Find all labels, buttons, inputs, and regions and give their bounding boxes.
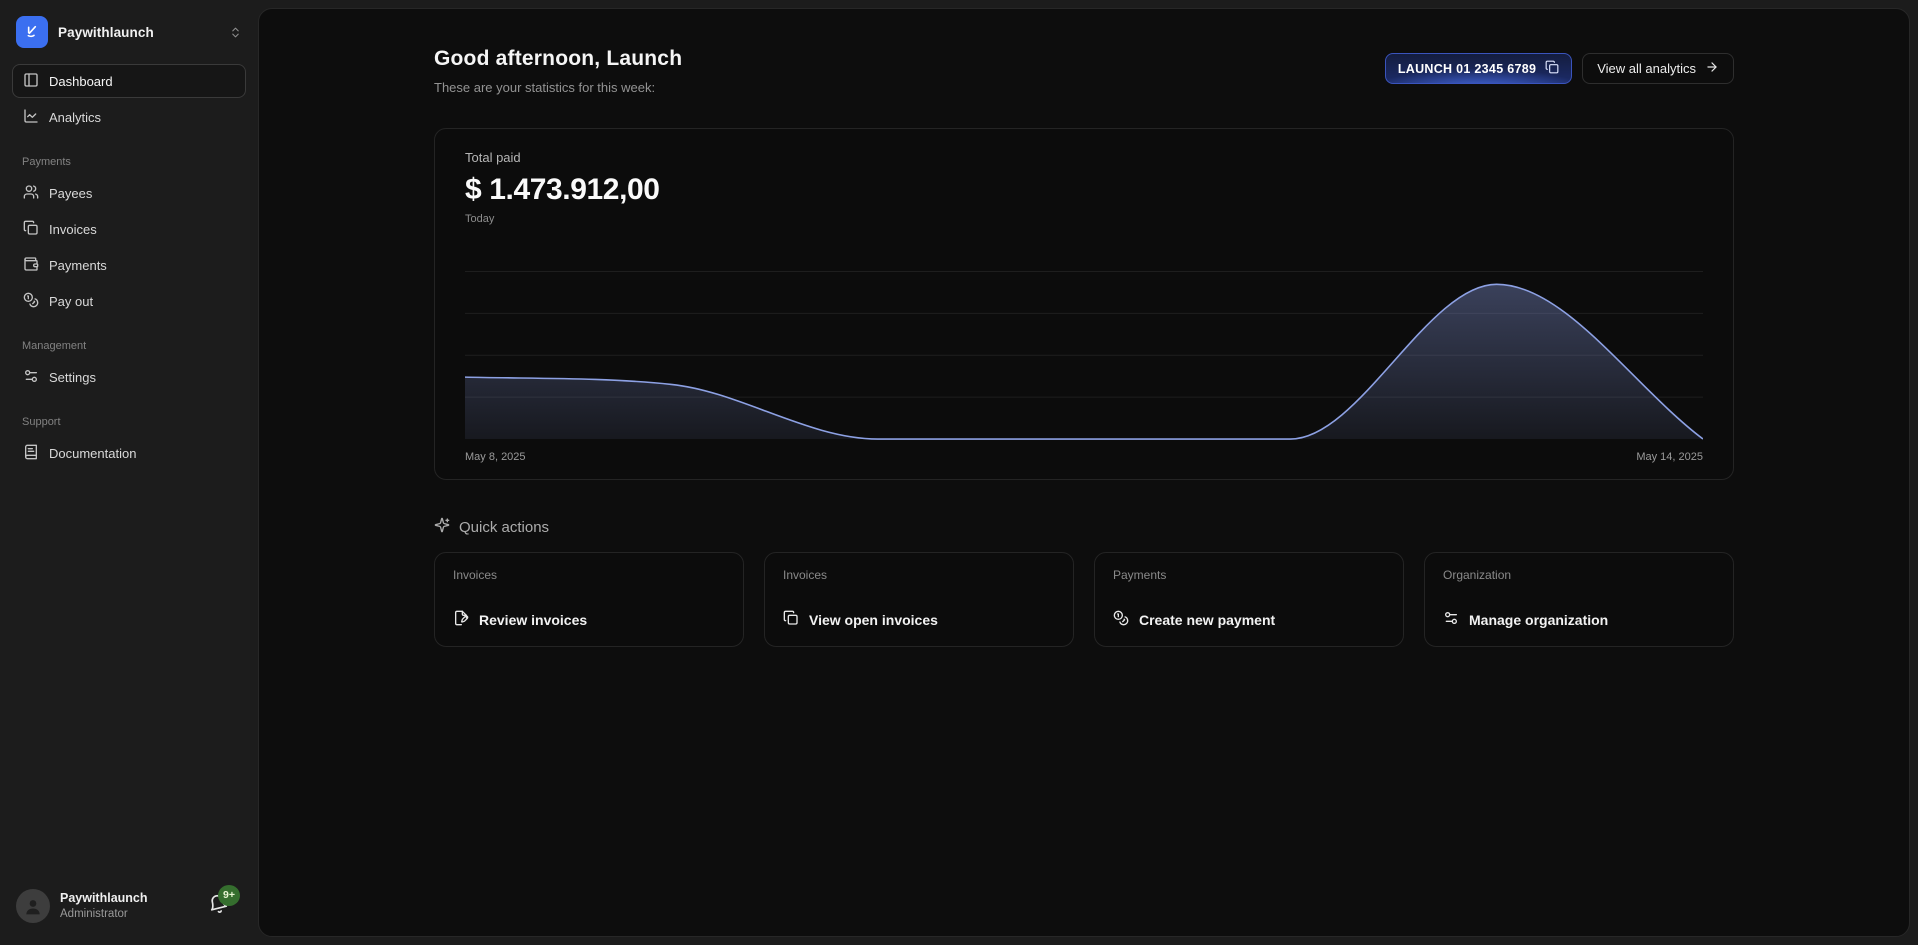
sidebar-item-analytics[interactable]: Analytics xyxy=(12,100,246,134)
quick-action-label: View open invoices xyxy=(809,612,938,628)
sidebar-item-label: Invoices xyxy=(49,222,97,237)
sparkles-icon xyxy=(434,517,450,537)
coins-icon xyxy=(23,292,39,311)
copy-stack-icon xyxy=(783,610,799,629)
view-all-analytics-button[interactable]: View all analytics xyxy=(1582,53,1734,84)
main-content: Good afternoon, Launch These are your st… xyxy=(258,8,1910,937)
panel-left-icon xyxy=(23,72,39,91)
total-paid-card: Total paid $ 1.473.912,00 Today xyxy=(434,128,1734,480)
greeting-block: Good afternoon, Launch These are your st… xyxy=(434,47,682,95)
account-number-label: LAUNCH 01 2345 6789 xyxy=(1398,62,1536,76)
page-subtitle: These are your statistics for this week: xyxy=(434,80,682,95)
quick-action-manage-organization[interactable]: Organization Manage organization xyxy=(1424,552,1734,647)
quick-action-row: Manage organization xyxy=(1443,610,1715,629)
quick-action-label: Review invoices xyxy=(479,612,587,628)
users-icon xyxy=(23,184,39,203)
page-title: Good afternoon, Launch xyxy=(434,47,682,71)
org-switcher[interactable]: Paywithlaunch xyxy=(12,14,246,64)
stats-amount: $ 1.473.912,00 xyxy=(465,173,1703,207)
copy-icon xyxy=(1545,60,1559,77)
sidebar-section-management: Management xyxy=(12,320,246,360)
chevrons-up-down-icon xyxy=(229,26,242,39)
sidebar: Paywithlaunch Dashboard Analytics xyxy=(0,0,258,945)
quick-action-category: Payments xyxy=(1113,568,1385,582)
x-axis-start-label: May 8, 2025 xyxy=(465,451,526,463)
sidebar-item-label: Payments xyxy=(49,258,107,273)
wallet-icon xyxy=(23,256,39,275)
sidebar-item-settings[interactable]: Settings xyxy=(12,360,246,394)
sidebar-item-label: Dashboard xyxy=(49,74,113,89)
notifications-button[interactable]: 9+ xyxy=(208,894,228,919)
sidebar-section-support: Support xyxy=(12,396,246,436)
stats-label: Total paid xyxy=(465,150,1703,165)
user-meta: Paywithlaunch Administrator xyxy=(60,891,198,921)
user-role: Administrator xyxy=(60,907,198,921)
quick-action-category: Invoices xyxy=(453,568,725,582)
sidebar-item-label: Payees xyxy=(49,186,92,201)
sidebar-item-label: Pay out xyxy=(49,294,93,309)
view-all-analytics-label: View all analytics xyxy=(1597,61,1696,76)
app-root: Paywithlaunch Dashboard Analytics xyxy=(0,0,1918,945)
stats-period: Today xyxy=(465,213,1703,225)
chart-area xyxy=(465,284,1703,439)
quick-action-view-open-invoices[interactable]: Invoices View open invoices xyxy=(764,552,1074,647)
chart-line-icon xyxy=(23,108,39,127)
sidebar-item-label: Analytics xyxy=(49,110,101,125)
sidebar-section-payments: Payments xyxy=(12,136,246,176)
sidebar-item-label: Settings xyxy=(49,370,96,385)
copy-stack-icon xyxy=(23,220,39,239)
book-text-icon xyxy=(23,444,39,463)
x-axis-end-label: May 14, 2025 xyxy=(1636,451,1703,463)
sliders-icon xyxy=(23,368,39,387)
user-name: Paywithlaunch xyxy=(60,891,198,907)
quick-action-category: Organization xyxy=(1443,568,1715,582)
quick-action-category: Invoices xyxy=(783,568,1055,582)
quick-action-row: View open invoices xyxy=(783,610,1055,629)
file-pen-icon xyxy=(453,610,469,629)
total-paid-chart: May 8, 2025 May 14, 2025 xyxy=(465,253,1703,465)
quick-actions-title: Quick actions xyxy=(459,519,549,536)
quick-actions-grid: Invoices Review invoices Invoices xyxy=(434,552,1734,647)
sidebar-item-pay-out[interactable]: Pay out xyxy=(12,284,246,318)
sliders-icon xyxy=(1443,610,1459,629)
user-profile[interactable]: Paywithlaunch Administrator 9+ xyxy=(12,885,246,929)
quick-action-row: Review invoices xyxy=(453,610,725,629)
sidebar-item-payees[interactable]: Payees xyxy=(12,176,246,210)
page-header: Good afternoon, Launch These are your st… xyxy=(434,47,1734,95)
header-buttons: LAUNCH 01 2345 6789 View all analytics xyxy=(1385,53,1734,84)
app-logo-icon xyxy=(16,16,48,48)
avatar xyxy=(16,889,50,923)
content-container: Good afternoon, Launch These are your st… xyxy=(434,9,1734,647)
coins-icon xyxy=(1113,610,1129,629)
chart-x-axis: May 8, 2025 May 14, 2025 xyxy=(465,451,1703,465)
quick-action-row: Create new payment xyxy=(1113,610,1385,629)
area-chart-svg xyxy=(465,253,1703,441)
sidebar-item-payments[interactable]: Payments xyxy=(12,248,246,282)
app-name: Paywithlaunch xyxy=(58,25,219,40)
quick-actions-header: Quick actions xyxy=(434,517,1734,537)
quick-action-review-invoices[interactable]: Invoices Review invoices xyxy=(434,552,744,647)
sidebar-item-invoices[interactable]: Invoices xyxy=(12,212,246,246)
sidebar-item-dashboard[interactable]: Dashboard xyxy=(12,64,246,98)
quick-action-label: Manage organization xyxy=(1469,612,1608,628)
arrow-right-icon xyxy=(1705,60,1719,77)
quick-action-create-new-payment[interactable]: Payments Create new payment xyxy=(1094,552,1404,647)
quick-action-label: Create new payment xyxy=(1139,612,1275,628)
sidebar-item-label: Documentation xyxy=(49,446,136,461)
account-number-button[interactable]: LAUNCH 01 2345 6789 xyxy=(1385,53,1572,84)
sidebar-item-documentation[interactable]: Documentation xyxy=(12,436,246,470)
notification-badge: 9+ xyxy=(218,885,240,906)
